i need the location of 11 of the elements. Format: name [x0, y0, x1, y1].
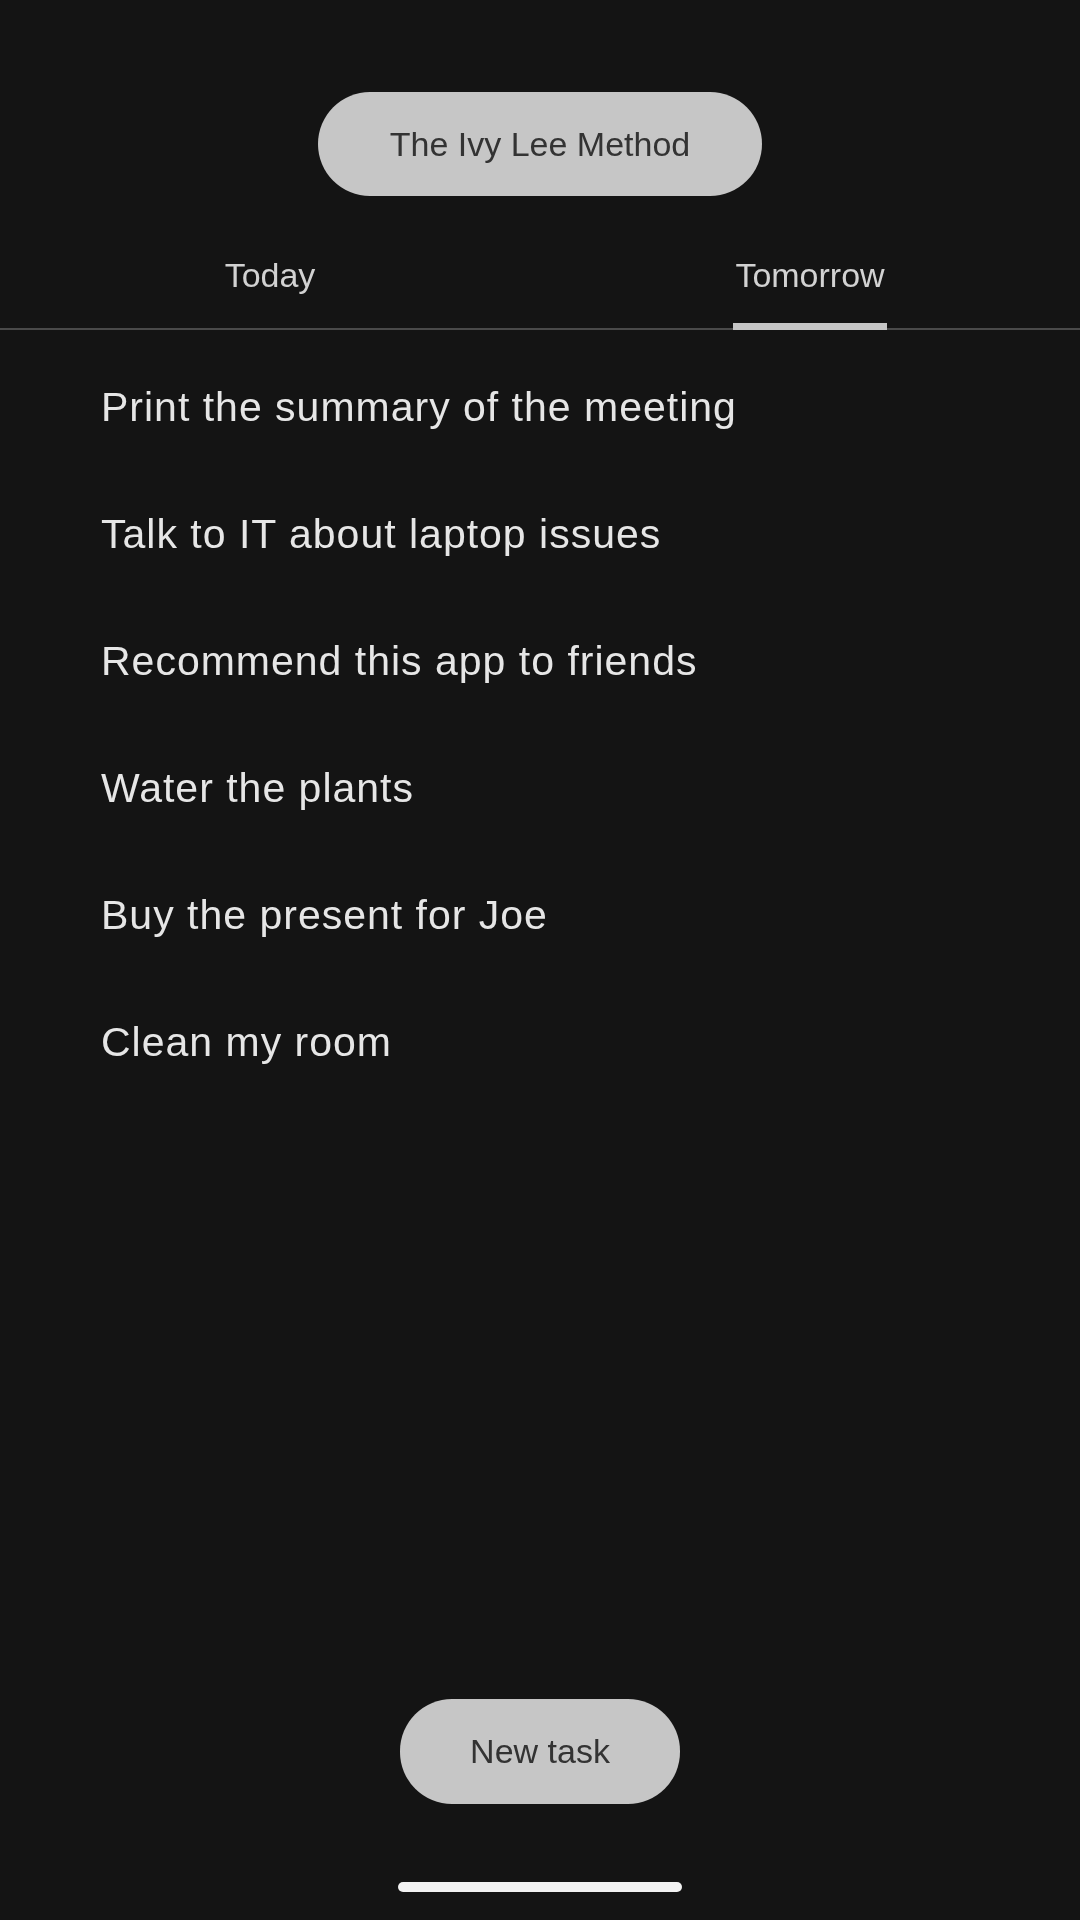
- task-item[interactable]: Recommend this app to friends: [101, 636, 698, 686]
- new-task-button[interactable]: New task: [400, 1699, 680, 1804]
- task-item[interactable]: Clean my room: [101, 1017, 392, 1067]
- tab[interactable]: Tomorrow: [733, 220, 887, 330]
- task-item[interactable]: Talk to IT about laptop issues: [101, 509, 662, 559]
- task-item[interactable]: Buy the present for Joe: [101, 890, 548, 940]
- tab[interactable]: Today: [222, 220, 318, 330]
- task-item[interactable]: Print the summary of the meeting: [101, 382, 737, 432]
- title-button[interactable]: The Ivy Lee Method: [318, 92, 762, 196]
- task-item[interactable]: Water the plants: [101, 763, 414, 813]
- home-indicator[interactable]: [398, 1882, 682, 1892]
